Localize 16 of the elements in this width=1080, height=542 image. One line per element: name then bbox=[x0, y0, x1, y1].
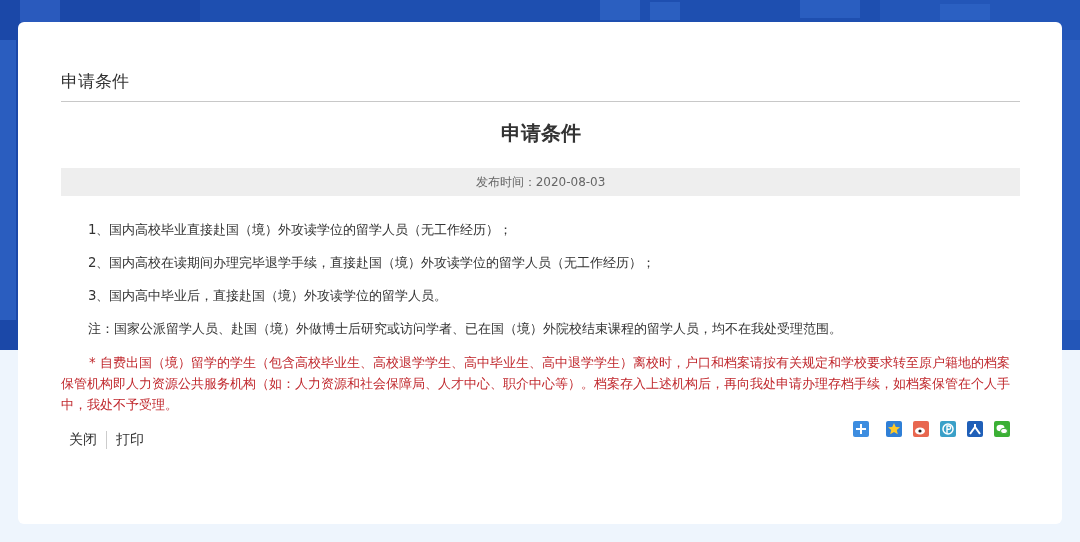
plus-icon[interactable] bbox=[853, 421, 869, 437]
paragraph: 注：国家公派留学人员、赴国（境）外做博士后研究或访问学者、已在国（境）外院校结束课程的留学人员，均不在我处受理范围。 bbox=[87, 320, 843, 338]
publish-time: 发布时间：2020-08-03 bbox=[475, 173, 606, 191]
paragraph: 3、国内高中毕业后，直接赴国（境）外攻读学位的留学人员。 bbox=[87, 287, 449, 305]
print-link[interactable]: 打印 bbox=[106, 431, 153, 449]
person-icon[interactable] bbox=[967, 421, 983, 437]
breadcrumb-title: 申请条件 bbox=[61, 70, 1020, 102]
p-circle-icon[interactable] bbox=[940, 421, 956, 437]
star-icon[interactable] bbox=[886, 421, 902, 437]
article-title: 申请条件 bbox=[499, 120, 582, 147]
close-link[interactable]: 关闭 bbox=[67, 431, 106, 449]
eye-icon[interactable] bbox=[913, 421, 929, 437]
notice-paragraph: * 自费出国（境）留学的学生（包含高校毕业生、高校退学学生、高中毕业生、高中退学学生）离校时，户口和档案请按有关规定和学校要求转至原户籍地的档案保管机构即人力资源公共服务机构（如：人力资源和社会保障局、人才中心、职介中心等）。档案存入上述机构后，再向我处申请办理存档手续，如档案保管在个人手中，我处不予受理。 bbox=[61, 354, 1011, 414]
paragraph: 1、国内高校毕业直接赴国（境）外攻读学位的留学人员（无工作经历）； bbox=[87, 221, 514, 239]
paragraph: 2、国内高校在读期间办理完毕退学手续，直接赴国（境）外攻读学位的留学人员（无工作经历）； bbox=[87, 254, 657, 272]
chat-bubbles-icon[interactable] bbox=[994, 421, 1010, 437]
